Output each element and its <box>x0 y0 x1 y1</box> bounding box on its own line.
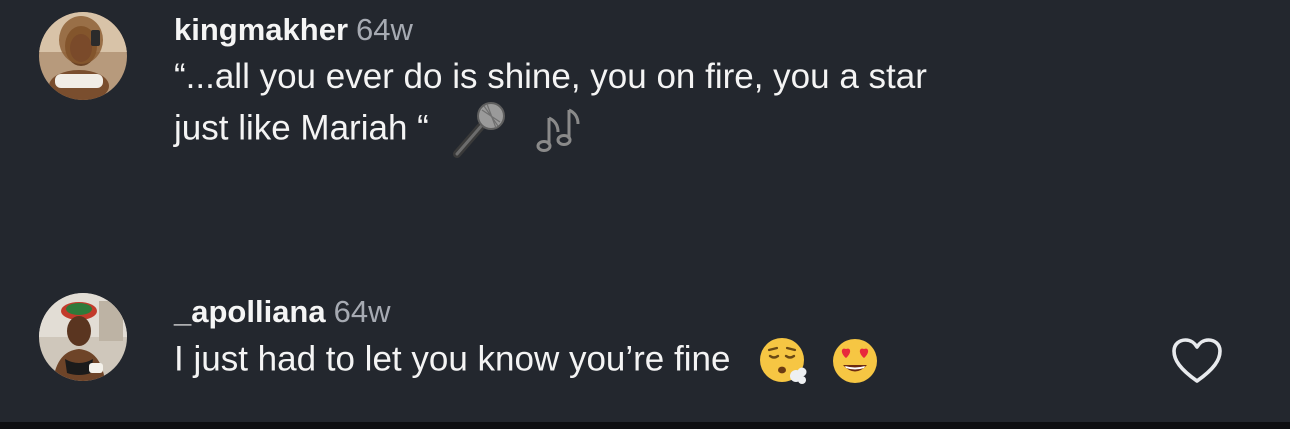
comment-item: _apolliana 64w I just had to let you know… <box>0 280 1290 420</box>
avatar[interactable] <box>39 12 127 100</box>
heart-outline-icon[interactable] <box>1170 336 1224 386</box>
comment-text-line: “...all you ever do is shine, you on fir… <box>174 57 927 96</box>
microphone-icon <box>449 100 509 160</box>
comment-username[interactable]: kingmakher <box>174 12 348 47</box>
comment-timestamp: 64w <box>356 12 413 47</box>
heart-eyes-icon <box>830 336 880 386</box>
face-exhaling-icon <box>758 336 808 386</box>
comment-text-line: just like Mariah “ <box>174 108 429 148</box>
comment-item: kingmakher 64w “...all you ever do is shi… <box>0 0 1290 210</box>
comment-text: “...all you ever do is shine, you on fir… <box>174 54 1234 160</box>
comment-text: I just had to let you know you’re fine <box>174 336 880 386</box>
musical-notes-icon <box>532 104 582 156</box>
comment-username[interactable]: _apolliana <box>174 294 326 329</box>
avatar[interactable] <box>39 293 127 381</box>
comment-timestamp: 64w <box>333 294 391 329</box>
comment-text-line: I just had to let you know you’re fine <box>174 339 731 379</box>
comments-panel: kingmakher 64w “...all you ever do is shi… <box>0 0 1290 429</box>
bottom-divider <box>0 422 1290 429</box>
